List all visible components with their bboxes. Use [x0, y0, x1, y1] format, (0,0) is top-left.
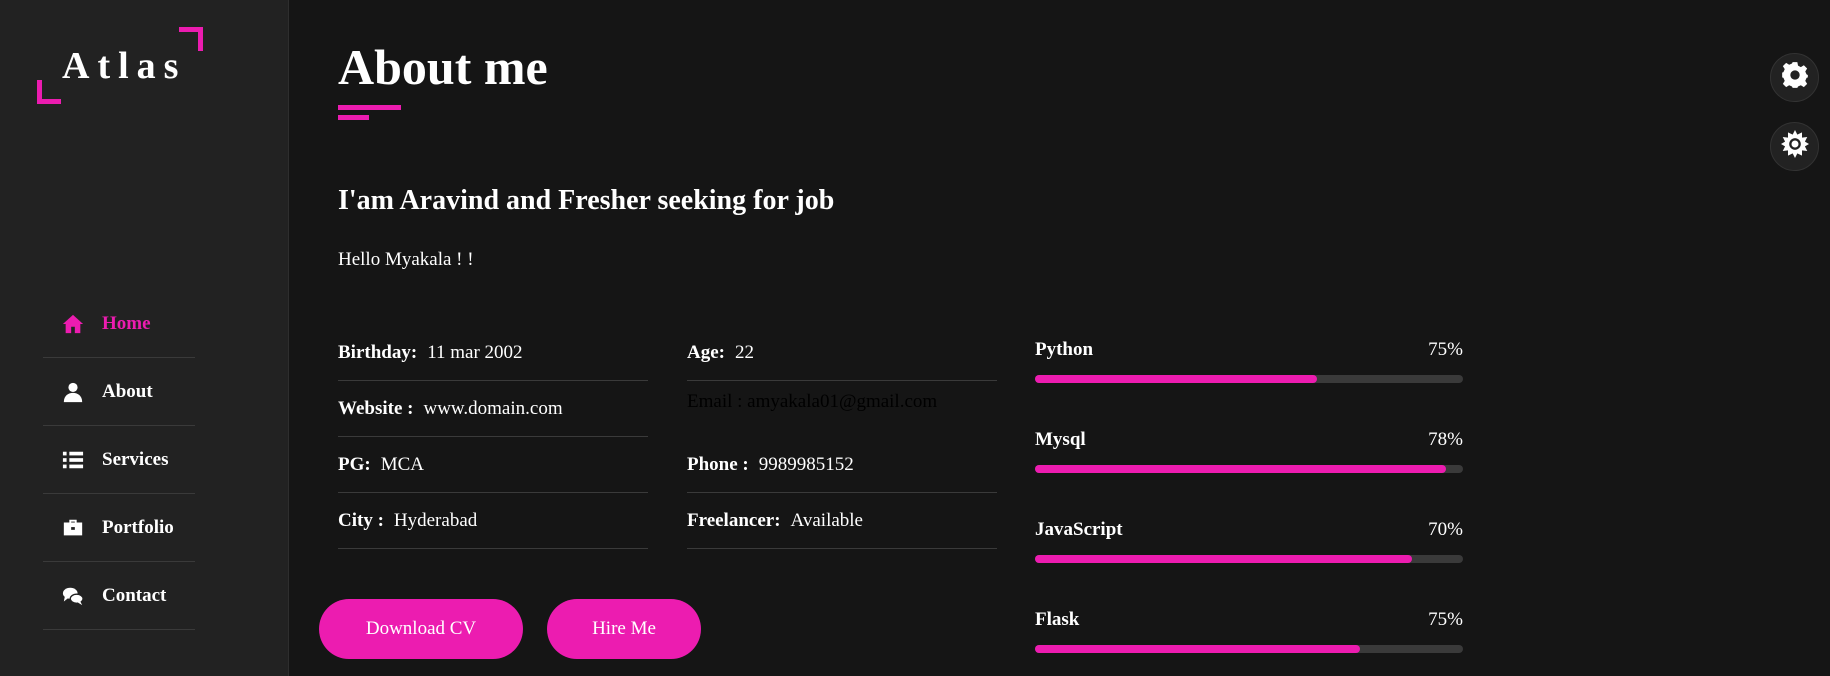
- skill-name: Python: [1035, 339, 1094, 360]
- sidebar: Atlas Home About Services Portfolio Cont…: [0, 0, 289, 676]
- sun-gear-icon: [1780, 130, 1809, 163]
- skill-name: JavaScript: [1035, 519, 1123, 540]
- title-underline: [338, 105, 401, 110]
- nav-item-home[interactable]: Home: [43, 290, 195, 358]
- skill-progress-fill: [1035, 645, 1361, 653]
- briefcase-icon: [61, 516, 85, 540]
- info-phone: Phone : 9989985152: [687, 437, 997, 493]
- skill-name: Mysql: [1035, 429, 1086, 450]
- info-label: Phone :: [687, 453, 749, 475]
- page-title: About me: [338, 39, 548, 95]
- skills-list: Python 75% Mysql 78% JavaScript 70% Flas…: [1035, 325, 1463, 676]
- nav-item-services[interactable]: Services: [43, 426, 195, 494]
- info-city: City : Hyderabad: [338, 493, 648, 549]
- info-label: Freelancer:: [687, 509, 781, 531]
- info-email: Email : amyakala01@gmail.com: [687, 381, 997, 437]
- info-pg: PG: MCA: [338, 437, 648, 493]
- skill-progress-track: [1035, 555, 1463, 563]
- skill-progress-fill: [1035, 465, 1446, 473]
- nav-item-about[interactable]: About: [43, 358, 195, 426]
- skill-progress-track: [1035, 375, 1463, 383]
- chat-icon: [61, 584, 85, 608]
- skill-python: Python 75%: [1035, 325, 1463, 415]
- info-label: Website :: [338, 397, 414, 419]
- skill-progress-fill: [1035, 555, 1412, 563]
- logo-corner-bottom-left: [37, 80, 61, 104]
- nav-item-label: Services: [102, 448, 169, 470]
- info-value: Available: [790, 509, 863, 531]
- skill-name: Flask: [1035, 609, 1080, 630]
- skill-percent: 75%: [1428, 339, 1463, 360]
- info-website: Website : www.domain.com: [338, 381, 648, 437]
- about-section: About me I'am Aravind and Fresher seekin…: [319, 0, 1498, 676]
- gear-icon: [1781, 61, 1809, 94]
- title-underline-short: [338, 115, 369, 120]
- info-value: Hyderabad: [393, 509, 478, 531]
- skill-flask: Flask 75%: [1035, 595, 1463, 676]
- home-icon: [61, 312, 85, 336]
- logo[interactable]: Atlas: [37, 27, 203, 104]
- main-nav: Home About Services Portfolio Contact: [43, 290, 195, 630]
- info-age: Age: 22: [687, 325, 997, 381]
- info-value: 11 mar 2002: [427, 341, 523, 363]
- skill-progress-track: [1035, 645, 1463, 653]
- info-label: Birthday:: [338, 341, 418, 363]
- nav-item-label: About: [102, 380, 153, 402]
- skill-mysql: Mysql 78%: [1035, 415, 1463, 505]
- nav-item-label: Portfolio: [102, 516, 174, 538]
- info-value: MCA: [380, 453, 425, 475]
- info-label: Age:: [687, 341, 725, 363]
- skill-percent: 75%: [1428, 609, 1463, 630]
- info-value[interactable]: www.domain.com: [423, 398, 562, 420]
- skill-percent: 78%: [1428, 429, 1463, 450]
- download-cv-button[interactable]: Download CV: [319, 599, 523, 659]
- theme-button[interactable]: [1770, 122, 1819, 171]
- logo-text: Atlas: [62, 45, 187, 87]
- nav-item-label: Home: [102, 312, 151, 334]
- hire-me-button[interactable]: Hire Me: [547, 599, 701, 659]
- user-icon: [61, 380, 85, 404]
- info-label: City :: [338, 509, 384, 531]
- skill-javascript: JavaScript 70%: [1035, 505, 1463, 595]
- greeting-text: Hello Myakala ! !: [338, 249, 474, 270]
- info-birthday: Birthday: 11 mar 2002: [338, 325, 648, 381]
- info-email-text[interactable]: Email : amyakala01@gmail.com: [687, 391, 937, 413]
- info-freelancer: Freelancer: Available: [687, 493, 997, 549]
- skill-progress-fill: [1035, 375, 1318, 383]
- info-value: 9989985152: [758, 453, 854, 475]
- about-subtitle: I'am Aravind and Fresher seeking for job: [338, 185, 835, 216]
- skill-percent: 70%: [1428, 519, 1463, 540]
- nav-item-portfolio[interactable]: Portfolio: [43, 494, 195, 562]
- info-column-left: Birthday: 11 mar 2002 Website : www.doma…: [338, 325, 648, 549]
- settings-button[interactable]: [1770, 53, 1819, 102]
- info-column-right: Age: 22 Email : amyakala01@gmail.com Pho…: [687, 325, 997, 549]
- list-icon: [61, 448, 85, 472]
- info-value: 22: [734, 341, 754, 363]
- info-label: PG:: [338, 453, 371, 475]
- skill-progress-track: [1035, 465, 1463, 473]
- nav-item-label: Contact: [102, 584, 167, 606]
- nav-item-contact[interactable]: Contact: [43, 562, 195, 630]
